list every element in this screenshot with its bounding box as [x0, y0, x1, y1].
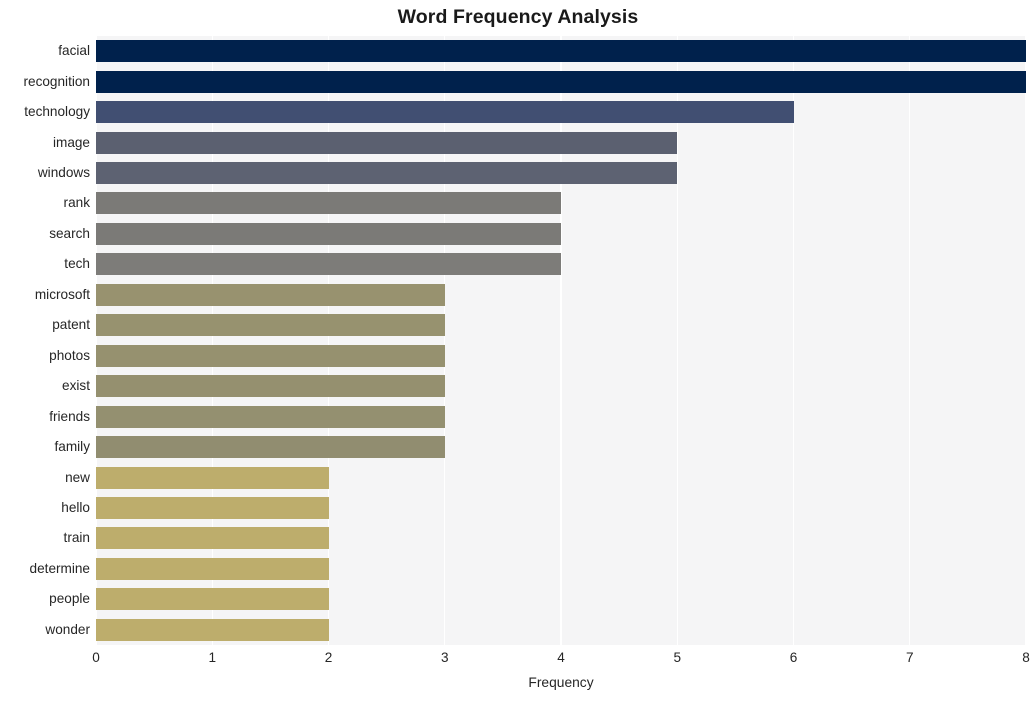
y-tick-label: search [49, 225, 90, 241]
y-tick-label: hello [61, 499, 90, 515]
y-tick-label: new [65, 469, 90, 485]
bar [96, 283, 445, 306]
bar [96, 131, 678, 154]
bar [96, 496, 329, 519]
x-tick-label: 0 [92, 650, 100, 665]
y-tick-label: friends [49, 408, 90, 424]
x-tick-label: 5 [673, 650, 682, 665]
y-tick-label: windows [37, 165, 90, 181]
x-tick-label: 7 [905, 650, 914, 665]
y-tick-label: tech [64, 256, 90, 272]
y-tick-label: train [63, 530, 90, 546]
y-tick-label: technology [24, 104, 90, 120]
y-tick-label: recognition [23, 73, 90, 89]
y-tick-label: people [49, 591, 90, 607]
y-tick-label: family [54, 439, 91, 455]
x-tick-label: 3 [440, 650, 449, 665]
x-tick-label: 6 [789, 650, 798, 665]
y-tick-label: determine [29, 560, 90, 576]
y-axis-tick-labels: facial recognition technology image windows r… [0, 36, 90, 645]
bar [96, 557, 329, 580]
bar [96, 162, 678, 185]
y-tick-label: exist [62, 378, 90, 394]
bar [96, 375, 445, 398]
word-frequency-chart-figure: Word Frequency Analysis facial recognitio… [0, 0, 1036, 701]
bar [96, 618, 329, 641]
plot-area [95, 36, 1027, 645]
bar [96, 222, 561, 245]
bar [96, 344, 445, 367]
bar [96, 527, 329, 550]
x-axis-title: Frequency [528, 675, 594, 690]
bar [96, 70, 1026, 93]
y-tick-label: facial [58, 43, 90, 59]
bar [96, 314, 445, 337]
bars-container [96, 36, 1026, 645]
bar [96, 466, 329, 489]
bar [96, 436, 445, 459]
bar [96, 253, 561, 276]
y-tick-label: photos [49, 347, 90, 363]
x-tick-label: 2 [324, 650, 333, 665]
y-tick-label: wonder [45, 621, 90, 637]
x-axis-tick-labels: 0 1 2 3 4 5 6 7 8 [0, 650, 1036, 672]
bar [96, 405, 445, 428]
y-tick-label: patent [52, 317, 90, 333]
x-tick-label: 1 [208, 650, 217, 665]
bar [96, 192, 561, 215]
x-tick-label: 8 [1022, 650, 1030, 665]
x-tick-label: 4 [557, 650, 565, 665]
bar [96, 40, 1026, 63]
y-tick-label: rank [63, 195, 90, 211]
chart-title: Word Frequency Analysis [397, 6, 639, 28]
y-tick-label: image [52, 134, 90, 150]
y-tick-label: microsoft [34, 286, 90, 302]
bar [96, 101, 794, 124]
bar [96, 588, 329, 611]
